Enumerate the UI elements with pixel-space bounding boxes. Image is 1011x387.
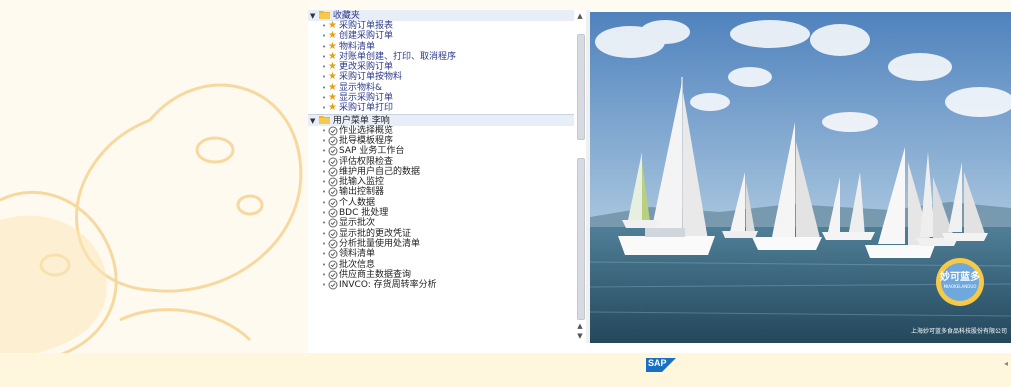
transaction-icon [328, 126, 339, 136]
menu-item[interactable]: • BDC 批处理 [308, 208, 574, 218]
scroll-down-icon[interactable]: ▼ [576, 332, 584, 340]
favorite-item-label: 显示物料& [339, 82, 383, 93]
menu-item[interactable]: • 批输入监控 [308, 177, 574, 187]
transaction-icon [328, 270, 339, 280]
transaction-icon [328, 249, 339, 259]
menu-item[interactable]: • INVCO: 存货周转率分析 [308, 280, 574, 290]
menu-item-label: 评估权限检查 [339, 156, 394, 167]
transaction-icon [328, 146, 339, 156]
transaction-icon [328, 177, 339, 187]
menu-item-label: 批导模板程序 [339, 135, 394, 146]
favorite-item-label: 采购订单报表 [339, 21, 394, 31]
transaction-icon [328, 239, 339, 249]
menu-item[interactable]: • 输出控制器 [308, 187, 574, 197]
favorite-item[interactable]: • ★ 对账单创建、打印、取消程序 [308, 51, 574, 62]
menu-item[interactable]: • 评估权限检查 [308, 157, 574, 167]
menu-tree-panel: ▼ 收藏夹 • ★ 采购订单报表 • ★ 创建采购订单 • ★ 物料清单 • ★ 对账单创建、打印、取… [308, 10, 586, 343]
menu-item-label: 个人数据 [339, 197, 376, 208]
folder-icon [319, 10, 330, 19]
menu-item[interactable]: • 分析批量使用处清单 [308, 239, 574, 249]
favorite-item-label: 显示采购订单 [339, 93, 394, 104]
transaction-icon [328, 187, 339, 197]
photo-caption: 上海妙可蓝多食品科技股份有限公司 [910, 328, 1007, 335]
menu-item-label: 作业选择概览 [339, 125, 394, 136]
favorite-item-label: 对账单创建、打印、取消程序 [339, 51, 457, 62]
sailboats-image [590, 12, 1011, 343]
favorite-item[interactable]: • ★ 创建采购订单 [308, 30, 574, 42]
favorite-item-label: 创建采购订单 [339, 31, 394, 42]
menu-item[interactable]: • 批导模板程序 [308, 136, 574, 146]
menu-item-label: SAP 业务工作台 [339, 146, 405, 157]
favorite-item-label: 更改采购订单 [339, 62, 394, 73]
cheese-illustration-icon [0, 83, 303, 367]
favorite-item[interactable]: • ★ 更改采购订单 [308, 62, 574, 73]
menu-item-label: 显示批的更改凭证 [339, 228, 412, 239]
user-menu-folder[interactable]: ▼ 用户菜单 李响 [308, 113, 574, 126]
menu-item-label: 批次信息 [339, 259, 376, 270]
favorite-item-label: 采购订单按物料 [339, 72, 403, 83]
transaction-icon [328, 198, 339, 208]
brand-name: 妙可蓝多 [940, 272, 980, 283]
sap-logo: SAP [646, 357, 676, 372]
menu-tree: ▼ 收藏夹 • ★ 采购订单报表 • ★ 创建采购订单 • ★ 物料清单 • ★ 对账单创建、打印、取… [308, 10, 574, 343]
user-menu-folder-label: 用户菜单 李响 [332, 115, 390, 126]
transaction-icon [328, 208, 339, 218]
menu-item[interactable]: • 显示批次 [308, 218, 574, 228]
brand-sub: MIAOKELANDUO [943, 284, 977, 289]
menu-item-label: INVCO: 存货周转率分析 [339, 280, 437, 291]
favorite-item[interactable]: • ★ 采购订单打印 [308, 102, 574, 114]
menu-item[interactable]: • 供应商主数据查询 [308, 270, 574, 280]
favorite-item-label: 采购订单打印 [339, 103, 394, 114]
favorites-folder[interactable]: ▼ 收藏夹 [308, 10, 574, 21]
menu-item-label: 批输入监控 [339, 177, 385, 188]
favorite-item[interactable]: • ★ 显示采购订单 [308, 93, 574, 104]
menu-item-label: 显示批次 [339, 218, 376, 229]
transaction-icon [328, 218, 339, 228]
menu-item[interactable]: • 维护用户自己的数据 [308, 167, 574, 177]
bottom-band [0, 353, 1011, 387]
menu-item[interactable]: • 领料清单 [308, 249, 574, 259]
menu-item[interactable]: • SAP 业务工作台 [308, 146, 574, 156]
menu-item-label: 输出控制器 [339, 187, 385, 198]
menu-item-label: 分析批量使用处清单 [339, 238, 421, 249]
star-icon: ★ [328, 102, 337, 114]
scroll-thumb-top[interactable] [577, 34, 585, 140]
menu-item-label: 领料清单 [339, 249, 376, 260]
transaction-icon [328, 280, 339, 290]
menu-item-label: 供应商主数据查询 [339, 269, 412, 280]
favorite-item[interactable]: • ★ 采购订单报表 [308, 21, 574, 32]
menu-item-label: 维护用户自己的数据 [339, 166, 421, 177]
scroll-up-icon[interactable]: ▲ [576, 12, 584, 20]
star-icon: ★ [328, 30, 337, 42]
favorite-item[interactable]: • ★ 物料清单 [308, 41, 574, 52]
favorite-item[interactable]: • ★ 显示物料& [308, 82, 574, 93]
status-indicator: ◂ [1004, 359, 1009, 368]
footer-line [308, 343, 1011, 353]
scroll-up-icon[interactable]: ▲ [576, 322, 584, 330]
menu-item[interactable]: • 批次信息 [308, 260, 574, 270]
folder-icon [319, 115, 330, 124]
menu-item[interactable]: • 个人数据 [308, 198, 574, 208]
sap-logo-text: SAP [648, 358, 667, 368]
transaction-icon [328, 260, 339, 270]
transaction-icon [328, 136, 339, 146]
left-decorative-background [0, 0, 308, 387]
user-menu-list: • 作业选择概览 • 批导模板程序 • SAP 业务工作台 • 评估权限检查 • 维护用户自己的数… [308, 126, 574, 291]
scroll-thumb[interactable] [577, 158, 585, 320]
sailboats-photo: 妙可蓝多 MIAOKELANDUO 上海妙可蓝多食品科技股份有限公司 [590, 12, 1011, 343]
transaction-icon [328, 167, 339, 177]
menu-item[interactable]: • 作业选择概览 [308, 126, 574, 136]
favorites-list: • ★ 采购订单报表 • ★ 创建采购订单 • ★ 物料清单 • ★ 对账单创建、打印、取消程序 • ★ 更… [308, 21, 574, 114]
star-icon: ★ [328, 71, 337, 83]
favorite-item-label: 物料清单 [339, 41, 376, 52]
transaction-icon [328, 229, 339, 239]
favorite-item[interactable]: • ★ 采购订单按物料 [308, 71, 574, 83]
menu-item-label: BDC 批处理 [339, 208, 389, 219]
vertical-scrollbar[interactable]: ▲ ▲ ▼ [574, 10, 586, 343]
menu-item[interactable]: • 显示批的更改凭证 [308, 229, 574, 239]
transaction-icon [328, 157, 339, 167]
